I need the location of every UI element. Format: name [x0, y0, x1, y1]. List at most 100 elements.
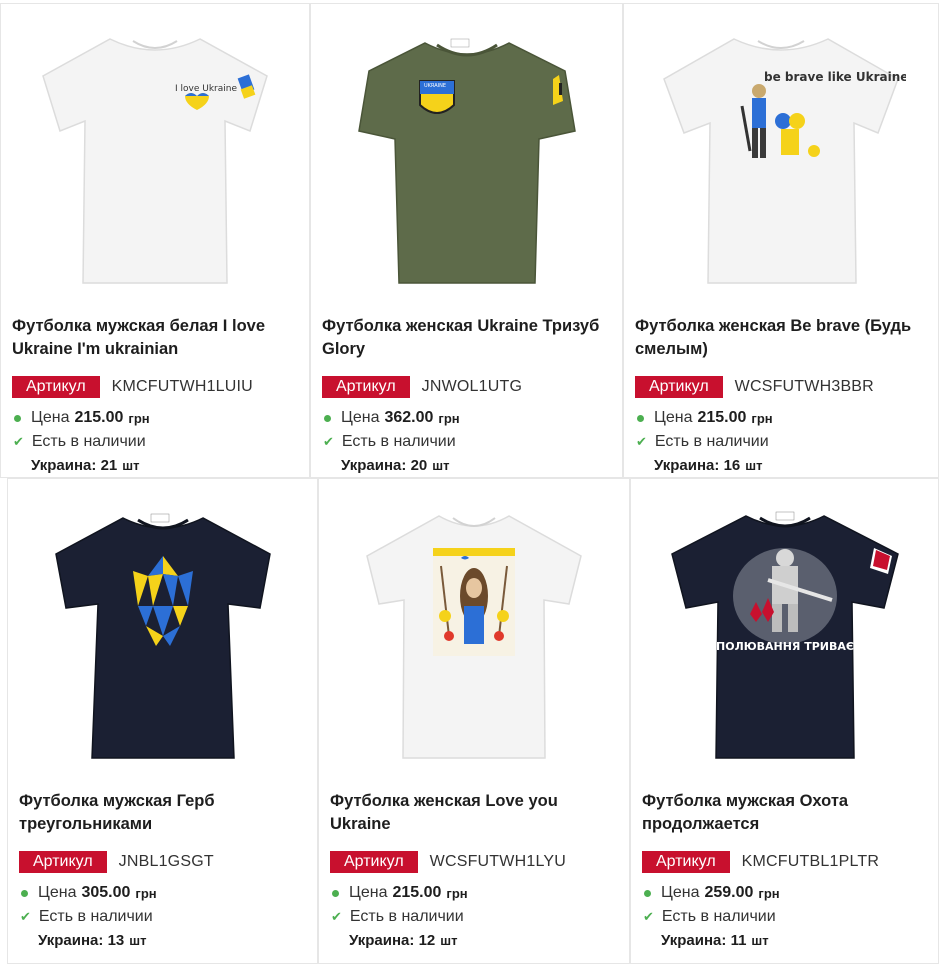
sku-code: KMCFUTWH1LUIU	[111, 378, 253, 395]
checkmark-icon: ✔	[636, 434, 647, 449]
bullet-dot-icon	[644, 889, 651, 897]
product-card[interactable]: Футболка женская Love you Ukraine Артику…	[318, 478, 630, 964]
warehouse-qty: 11	[730, 932, 747, 949]
product-title[interactable]: Футболка мужская белая I love Ukraine I'…	[12, 315, 301, 361]
warehouse-name: Украина:	[654, 457, 720, 474]
price-value: 305.00	[81, 884, 131, 901]
price-label: Цена	[38, 884, 77, 901]
unit: шт	[129, 933, 147, 948]
sku-row: Артикул WCSFUTWH3BBR	[635, 376, 874, 398]
product-card[interactable]: ПОЛЮВАННЯ ТРИВАЄ Футболка мужская Охота …	[630, 478, 939, 964]
warehouse-qty: 21	[100, 457, 118, 474]
warehouse-name: Украина:	[341, 457, 407, 474]
print-text: I love Ukraine	[175, 84, 237, 94]
price-value: 362.00	[384, 409, 434, 426]
product-title[interactable]: Футболка мужская Герб треугольниками	[19, 790, 309, 836]
sku-row: Артикул JNBL1GSGT	[19, 851, 214, 873]
product-image[interactable]	[319, 487, 629, 775]
print-text: be brave like Ukraine	[764, 70, 906, 84]
stock-row: ✔ Есть в наличии	[636, 433, 769, 451]
product-card[interactable]: I love Ukraine Футболка мужская белая I …	[0, 3, 310, 478]
print-text: ПОЛЮВАННЯ ТРИВАЄ	[716, 640, 854, 653]
stock-row: ✔ Есть в наличии	[20, 908, 153, 926]
unit: шт	[122, 458, 140, 473]
product-image[interactable]: UKRAINE	[311, 12, 622, 300]
price-value: 215.00	[697, 409, 747, 426]
product-card[interactable]: Футболка мужская Герб треугольниками Арт…	[7, 478, 318, 964]
currency: грн	[758, 885, 780, 901]
sku-row: Артикул KMCFUTBL1PLTR	[642, 851, 879, 873]
stock-status: Есть в наличии	[661, 908, 776, 925]
warehouse-qty: 20	[410, 457, 428, 474]
price-label: Цена	[654, 409, 693, 426]
sku-row: Артикул WCSFUTWH1LYU	[330, 851, 566, 873]
sku-code: JNWOL1UTG	[421, 378, 523, 395]
currency: грн	[438, 410, 460, 426]
price-row: Цена 259.00 грн	[644, 884, 780, 902]
unit: шт	[440, 933, 458, 948]
price-label: Цена	[349, 884, 388, 901]
warehouse-qty: 12	[418, 932, 436, 949]
sku-code: KMCFUTBL1PLTR	[741, 853, 880, 870]
stock-status: Есть в наличии	[349, 908, 464, 925]
stock-status: Есть в наличии	[654, 433, 769, 450]
product-title[interactable]: Футболка женская Be brave (Будь смелым)	[635, 315, 930, 361]
unit: шт	[751, 933, 769, 948]
checkmark-icon: ✔	[323, 434, 334, 449]
product-card[interactable]: UKRAINE Футболка женская Ukraine Тризуб …	[310, 3, 623, 478]
warehouse-qty: 13	[107, 932, 125, 949]
checkmark-icon: ✔	[13, 434, 24, 449]
warehouse-row: Украина: 12 шт	[349, 932, 457, 949]
currency: грн	[446, 885, 468, 901]
warehouse-row: Украина: 21 шт	[31, 457, 139, 474]
warehouse-name: Украина:	[661, 932, 727, 949]
price-value: 215.00	[392, 884, 442, 901]
bullet-dot-icon	[14, 414, 21, 422]
sku-badge: Артикул	[19, 851, 107, 873]
product-image[interactable]: be brave like Ukraine	[624, 12, 938, 300]
product-image[interactable]	[8, 487, 317, 775]
checkmark-icon: ✔	[643, 909, 654, 924]
sku-row: Артикул JNWOL1UTG	[322, 376, 522, 398]
warehouse-row: Украина: 20 шт	[341, 457, 449, 474]
currency: грн	[128, 410, 150, 426]
product-card[interactable]: be brave like Ukraine Футболка женская B…	[623, 3, 939, 478]
sku-badge: Артикул	[322, 376, 410, 398]
sku-badge: Артикул	[642, 851, 730, 873]
sku-code: WCSFUTWH1LYU	[429, 853, 566, 870]
price-row: Цена 215.00 грн	[637, 409, 773, 427]
product-title[interactable]: Футболка женская Ukraine Тризуб Glory	[322, 315, 614, 361]
warehouse-row: Украина: 16 шт	[654, 457, 762, 474]
stock-row: ✔ Есть в наличии	[13, 433, 146, 451]
warehouse-row: Украина: 11 шт	[661, 932, 769, 949]
price-row: Цена 215.00 грн	[332, 884, 468, 902]
currency: грн	[135, 885, 157, 901]
sku-code: WCSFUTWH3BBR	[734, 378, 874, 395]
product-title[interactable]: Футболка женская Love you Ukraine	[330, 790, 621, 836]
price-label: Цена	[31, 409, 70, 426]
stock-row: ✔ Есть в наличии	[643, 908, 776, 926]
print-text: UKRAINE	[424, 83, 446, 89]
product-image[interactable]: I love Ukraine	[1, 12, 309, 300]
bullet-dot-icon	[324, 414, 331, 422]
unit: шт	[432, 458, 450, 473]
sku-badge: Артикул	[330, 851, 418, 873]
price-row: Цена 305.00 грн	[21, 884, 157, 902]
warehouse-name: Украина:	[38, 932, 104, 949]
unit: шт	[745, 458, 763, 473]
warehouse-qty: 16	[723, 457, 741, 474]
product-image[interactable]: ПОЛЮВАННЯ ТРИВАЄ	[631, 487, 938, 775]
bullet-dot-icon	[332, 889, 339, 897]
stock-status: Есть в наличии	[38, 908, 153, 925]
price-label: Цена	[661, 884, 700, 901]
warehouse-name: Украина:	[349, 932, 415, 949]
stock-row: ✔ Есть в наличии	[323, 433, 456, 451]
product-title[interactable]: Футболка мужская Охота продолжается	[642, 790, 930, 836]
sku-row: Артикул KMCFUTWH1LUIU	[12, 376, 253, 398]
stock-status: Есть в наличии	[31, 433, 146, 450]
bullet-dot-icon	[21, 889, 28, 897]
sku-badge: Артикул	[12, 376, 100, 398]
bullet-dot-icon	[637, 414, 644, 422]
stock-status: Есть в наличии	[341, 433, 456, 450]
price-row: Цена 362.00 грн	[324, 409, 460, 427]
